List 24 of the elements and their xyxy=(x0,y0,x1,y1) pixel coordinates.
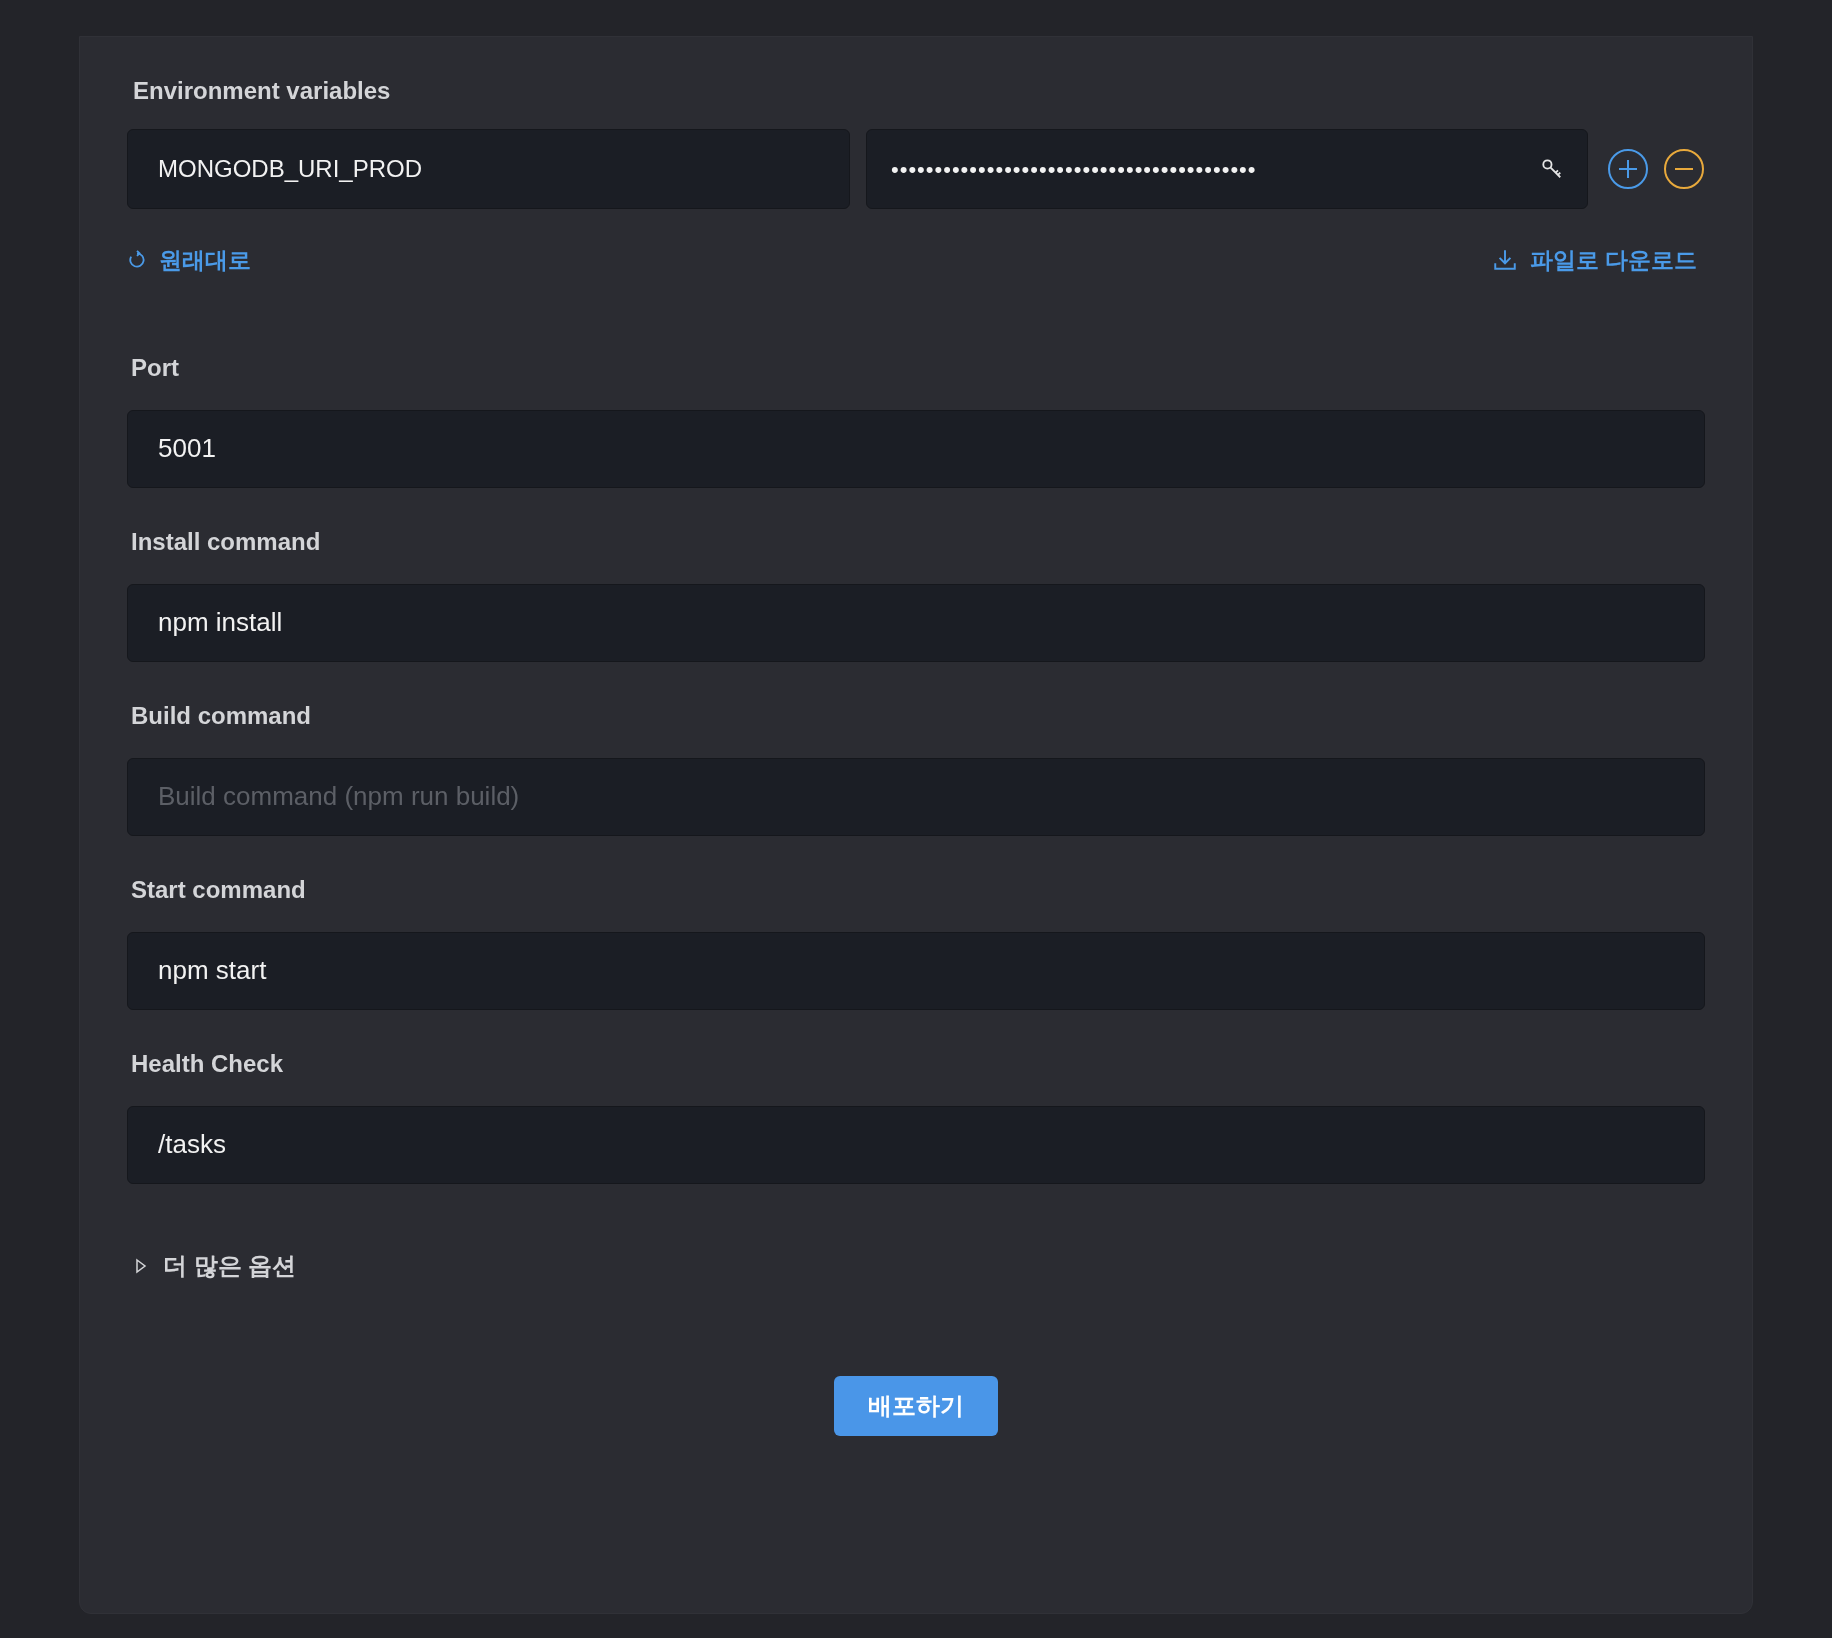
minus-icon xyxy=(1673,167,1695,171)
reset-link[interactable]: 원래대로 xyxy=(127,243,251,278)
text-field[interactable]: /tasks xyxy=(127,1105,1705,1184)
text-field[interactable]: Build command (npm run build) xyxy=(127,757,1705,836)
field-label: Environment variables xyxy=(133,76,392,106)
more-options-toggle[interactable]: 더 많은 옵션 xyxy=(135,1247,297,1284)
add-variable-button[interactable] xyxy=(1608,149,1648,189)
field-label: Start command xyxy=(131,874,307,905)
env-key-field[interactable]: MONGODB_URI_PROD xyxy=(127,129,850,209)
masked-value: •••••••••••••••••••••••••••••••••••••••••• xyxy=(891,155,1257,184)
text-field[interactable]: npm start xyxy=(127,931,1705,1010)
field-label: Build command xyxy=(131,700,312,731)
text-field[interactable]: npm install xyxy=(127,583,1705,662)
caret-icon xyxy=(135,1257,147,1274)
key-icon xyxy=(1541,158,1563,180)
field-label: Install command xyxy=(131,526,322,557)
env-value-field[interactable]: •••••••••••••••••••••••••••••••••••••••••• xyxy=(866,129,1588,209)
field-label: Health Check xyxy=(131,1048,285,1079)
field-label: Port xyxy=(131,352,180,383)
refresh-icon xyxy=(127,250,147,271)
remove-variable-button[interactable] xyxy=(1664,149,1704,189)
download-link[interactable]: 파일로 다운로드 xyxy=(1491,243,1697,278)
plus-icon xyxy=(1617,158,1639,180)
text-field[interactable]: 5001 xyxy=(127,409,1705,488)
